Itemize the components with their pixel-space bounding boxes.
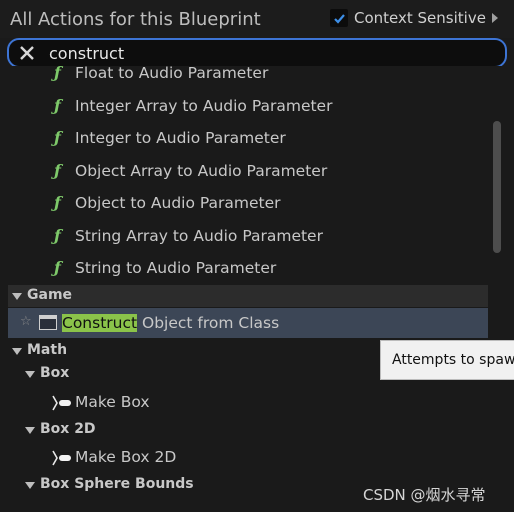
list-item-selected[interactable]: ☆ Construct Object from Class — [8, 308, 488, 338]
list-item-label: Construct Object from Class — [62, 314, 279, 332]
watermark: CSDN @烟水寻常 — [363, 486, 486, 504]
list-item[interactable]: ƒ Object to Audio Parameter — [8, 188, 488, 218]
category-game[interactable]: Game — [8, 285, 488, 307]
make-struct-icon — [52, 395, 71, 411]
search-match-highlight: Construct — [62, 314, 138, 332]
menu-title: All Actions for this Blueprint — [10, 9, 261, 30]
list-item-label: Integer Array to Audio Parameter — [75, 97, 333, 115]
list-item-label: Object Array to Audio Parameter — [75, 162, 328, 180]
list-item[interactable]: ƒ Integer to Audio Parameter — [8, 123, 488, 153]
list-item[interactable]: Make Box 2D — [8, 442, 488, 472]
function-icon: ƒ — [54, 258, 61, 277]
category-label: Math — [27, 342, 68, 358]
list-item-label: String Array to Audio Parameter — [75, 227, 323, 245]
tooltip: Attempts to spawn — [380, 340, 514, 380]
list-item[interactable]: ƒ Object Array to Audio Parameter — [8, 156, 488, 186]
collapse-arrow-icon[interactable] — [25, 482, 35, 489]
category-label: Box Sphere Bounds — [40, 476, 194, 492]
context-sensitive-label: Context Sensitive — [354, 9, 486, 27]
context-sensitive-toggle[interactable]: Context Sensitive — [330, 9, 498, 27]
make-struct-icon — [52, 450, 71, 466]
function-icon: ƒ — [54, 226, 61, 245]
function-icon: ƒ — [54, 193, 61, 212]
scrollbar-thumb[interactable] — [493, 121, 501, 253]
list-item-label: Integer to Audio Parameter — [75, 129, 286, 147]
collapse-arrow-icon[interactable] — [12, 348, 22, 355]
function-icon: ƒ — [54, 96, 61, 115]
list-item[interactable]: ƒ Float to Audio Parameter — [8, 66, 488, 88]
category-label: Box 2D — [40, 421, 96, 437]
list-item-label-rest: Object from Class — [137, 314, 280, 332]
list-item[interactable]: ƒ String to Audio Parameter — [8, 253, 488, 283]
category-label: Box — [40, 365, 70, 381]
search-box[interactable] — [7, 38, 507, 68]
list-item-label: Object to Audio Parameter — [75, 194, 281, 212]
favorite-star-icon[interactable]: ☆ — [20, 314, 32, 329]
checkmark-icon — [333, 13, 345, 24]
tooltip-text: Attempts to spawn — [392, 352, 514, 368]
list-item-label: Make Box 2D — [75, 448, 177, 466]
list-item[interactable]: ƒ Integer Array to Audio Parameter — [8, 91, 488, 121]
clear-search-icon[interactable] — [17, 43, 37, 63]
collapse-arrow-icon[interactable] — [25, 427, 35, 434]
class-icon — [39, 315, 57, 330]
list-item-label: Float to Audio Parameter — [75, 66, 269, 82]
list-item[interactable]: Make Box — [8, 387, 488, 417]
collapse-arrow-icon[interactable] — [25, 371, 35, 378]
expand-arrow-icon[interactable] — [491, 13, 498, 23]
list-item-label: String to Audio Parameter — [75, 259, 277, 277]
function-icon: ƒ — [54, 66, 61, 82]
context-sensitive-checkbox[interactable] — [330, 9, 348, 27]
function-icon: ƒ — [54, 128, 61, 147]
action-menu-header: All Actions for this Blueprint Context S… — [0, 0, 514, 38]
category-box-2d[interactable]: Box 2D — [8, 419, 488, 441]
list-item-label: Make Box — [75, 393, 150, 411]
search-input[interactable] — [49, 43, 489, 63]
category-label: Game — [27, 287, 73, 303]
action-list[interactable]: ƒ Float to Audio Parameter ƒ Integer Arr… — [8, 66, 488, 512]
collapse-arrow-icon[interactable] — [12, 293, 22, 300]
function-icon: ƒ — [54, 161, 61, 180]
list-item[interactable]: ƒ String Array to Audio Parameter — [8, 221, 488, 251]
